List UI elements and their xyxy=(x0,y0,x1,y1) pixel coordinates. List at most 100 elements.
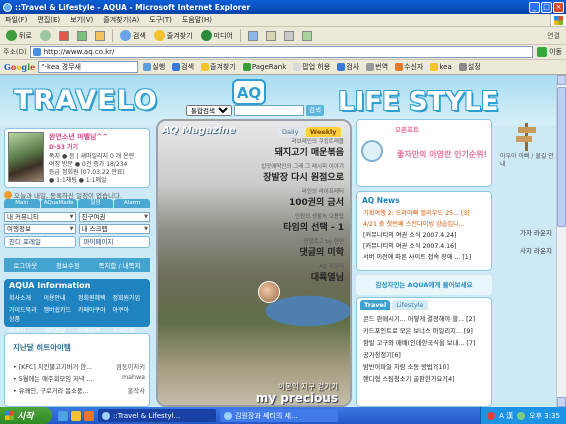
pagerank-button[interactable]: PageRank xyxy=(241,63,288,71)
site-search-input[interactable] xyxy=(234,105,304,116)
info-link[interactable]: 아쿠아 xyxy=(113,305,148,323)
list-item[interactable]: • [KFC] 치킨불고기버거 한... 겸둥이처키 xyxy=(13,362,145,371)
popup-allow-button[interactable]: 팝업 허용 xyxy=(291,62,332,72)
info-link[interactable]: 정회원가입 xyxy=(113,293,148,302)
tray-app-icon[interactable] xyxy=(487,411,496,420)
links-label[interactable]: 연결 xyxy=(547,31,566,41)
article-link[interactable]: 입맛에딱인의 그레 그 레시피 이야기 장발장 다시 원점으로 xyxy=(234,162,344,183)
menu-file[interactable]: 파일(F) xyxy=(0,15,32,25)
kea-button[interactable]: kea xyxy=(428,63,453,71)
portal-button[interactable]: 친디 포레일 xyxy=(4,236,76,248)
close-button[interactable]: × xyxy=(553,1,564,13)
volume-icon[interactable] xyxy=(517,411,526,420)
home-button[interactable] xyxy=(92,28,108,43)
address-input[interactable]: http://www.aq.co.kr/ xyxy=(29,46,534,58)
news-item[interactable]: 서버 이전에 따른 사이트 접속 장애 ... [1] xyxy=(363,252,489,261)
stop-button[interactable] xyxy=(56,28,72,43)
history-button[interactable] xyxy=(245,28,261,43)
refresh-button[interactable] xyxy=(74,28,90,43)
tab-main[interactable]: Main xyxy=(4,199,40,208)
google-bookmark-button[interactable]: 즐겨찾기 xyxy=(199,62,238,72)
info-link[interactable]: 카페아쿠아 xyxy=(78,305,113,323)
translate-button[interactable]: 번역 xyxy=(364,62,390,72)
favorites-button[interactable]: 즐겨찾기 xyxy=(151,28,196,43)
profile-photo[interactable] xyxy=(8,132,44,182)
go-button[interactable]: 이동 xyxy=(537,47,562,57)
board-item[interactable]: 카드포인트로 모은 보너스 마일리지... [9] xyxy=(363,326,491,335)
list-item[interactable]: • 유쾌인, 구로거라 봄소풍... 홍작사 xyxy=(13,386,145,395)
my-scrap-select[interactable]: 내 스크랩 xyxy=(78,224,150,234)
media-launch-icon[interactable] xyxy=(84,410,94,421)
board-item[interactable]: 콘드 판매시기... 어떻게 결정해야 할... [2] xyxy=(363,314,491,323)
search-button[interactable]: 검색 xyxy=(117,28,149,43)
news-item[interactable]: 기획여행 2: 드라마삐 할리우드 25... [3] xyxy=(363,208,489,217)
news-item[interactable]: [커뮤니티의 여권 소식 2007.4.24] xyxy=(363,230,489,239)
article-link[interactable]: 러인의 라이프레터 100권의 금서 xyxy=(234,187,344,208)
board-item[interactable]: 항발 고구와 매배(인데한국식을 보내... [7] xyxy=(363,338,491,347)
print-button[interactable] xyxy=(281,28,297,43)
mail-button[interactable] xyxy=(263,28,279,43)
tab-schedule[interactable]: 일정 xyxy=(77,199,114,208)
tab-travel[interactable]: Travel xyxy=(360,300,391,310)
info-link[interactable]: 이용안내 xyxy=(44,293,79,302)
messages-link[interactable]: 쪽지함 / 내쪽지 xyxy=(98,260,140,270)
taskbar-item-travel[interactable]: ::Travel & Lifestyl... xyxy=(98,409,216,422)
tab-daily[interactable]: Daily xyxy=(278,127,303,137)
scroll-down-button[interactable] xyxy=(557,397,566,407)
taskbar-item-second[interactable]: 김원장과 쎄티의 세... xyxy=(220,409,338,422)
info-link[interactable]: 회사소개 xyxy=(9,293,44,302)
vertical-scrollbar[interactable] xyxy=(556,75,566,407)
travel-info-select[interactable]: 여행정보 xyxy=(4,224,76,234)
article-link[interactable]: AQ 리포터 대륙열님 xyxy=(234,262,344,283)
article-link[interactable]: 연필로그 by 힌연 댓글의 미학 xyxy=(234,237,344,258)
news-item[interactable]: 4/21 중 첫번째 스킨다이빙 강습입니... xyxy=(363,219,489,228)
ime-indicator[interactable]: A 漢 xyxy=(499,411,513,421)
mypage-button[interactable]: 마이페이지 xyxy=(78,236,150,248)
logout-link[interactable]: 로그아웃 xyxy=(13,260,37,270)
list-item[interactable]: • 5월에는 애주회모임 저녁 ... mahwa xyxy=(13,374,145,383)
start-button[interactable]: 시작 xyxy=(0,407,52,424)
edit-button[interactable] xyxy=(299,28,315,43)
tab-alarm[interactable]: Alarm xyxy=(114,199,150,208)
minimize-button[interactable]: _ xyxy=(529,1,540,13)
tab-weekly[interactable]: Weekly xyxy=(306,127,341,137)
ask-aqua-banner[interactable]: 감성자인는 AQUA에게 물어보세요 xyxy=(356,275,492,295)
menu-edit[interactable]: 편집(E) xyxy=(32,15,65,25)
open-port-banner[interactable]: 오픈포트 좋자만의 아영란 인기순위! xyxy=(356,119,492,187)
article-link[interactable]: 러브레인의 쿠킹트래블 돼지고기 매운볶음 xyxy=(234,137,344,158)
lifestyle-logo[interactable]: LIFE STYLE xyxy=(338,87,498,117)
google-search-input[interactable]: "-kea 경무새 xyxy=(38,61,139,73)
info-link[interactable]: 가이드북과 상품 xyxy=(9,305,44,323)
info-link[interactable]: 멤버쉽카드 xyxy=(44,305,79,323)
menu-help[interactable]: 도움말(H) xyxy=(177,15,217,25)
folder-launch-icon[interactable] xyxy=(71,410,81,421)
scroll-thumb[interactable] xyxy=(557,87,566,227)
scroll-up-button[interactable] xyxy=(557,75,566,85)
profile-links[interactable]: ● 1:1채팅 ● 1:1메일 xyxy=(49,175,107,184)
menu-view[interactable]: 보기(V) xyxy=(65,15,98,25)
go-lounge-link[interactable]: 가자 라운지 xyxy=(520,227,552,237)
edit-info-link[interactable]: 정보수정 xyxy=(56,260,80,270)
ie-launch-icon[interactable] xyxy=(58,410,68,421)
maximize-button[interactable]: □ xyxy=(541,1,552,13)
search-scope-select[interactable]: 통합검색 xyxy=(186,105,232,116)
check-button[interactable]: 검사 xyxy=(335,62,361,72)
tab-aquamade[interactable]: AQuaMade xyxy=(40,199,77,208)
google-search-button[interactable]: 검색 xyxy=(170,62,196,72)
menu-favorites[interactable]: 즐겨찾기(A) xyxy=(98,15,144,25)
forward-button[interactable] xyxy=(37,28,54,43)
back-button[interactable]: 뒤로 xyxy=(3,28,35,43)
article-link[interactable]: 인원의 생활속 오용팁 타임의 선택 - 1 xyxy=(234,212,344,233)
aqua-logo[interactable]: AQ xyxy=(232,79,266,105)
info-link[interactable]: 정회원혜택 xyxy=(78,293,113,302)
buy-lounge-link[interactable]: 사지 라운지 xyxy=(520,245,552,255)
board-item[interactable]: 밤반아파일 자람 소동 방법?[10] xyxy=(363,362,491,371)
board-item[interactable]: 핸디형 스팀청소기 골판한가요?[4] xyxy=(363,374,491,383)
recipient-button[interactable]: 수신자 xyxy=(393,62,425,72)
travel-logo[interactable]: TRAVELO xyxy=(14,85,158,116)
board-item[interactable]: 공기청정기[6] xyxy=(363,350,491,359)
tab-lifestyle[interactable]: Lifestyle xyxy=(392,300,428,310)
settings-button[interactable]: 설정 xyxy=(457,62,483,72)
news-item[interactable]: [커뮤니티의 여권 소식 2007.4.16] xyxy=(363,241,489,250)
friend-passport-select[interactable]: 친구여권 xyxy=(78,212,150,222)
